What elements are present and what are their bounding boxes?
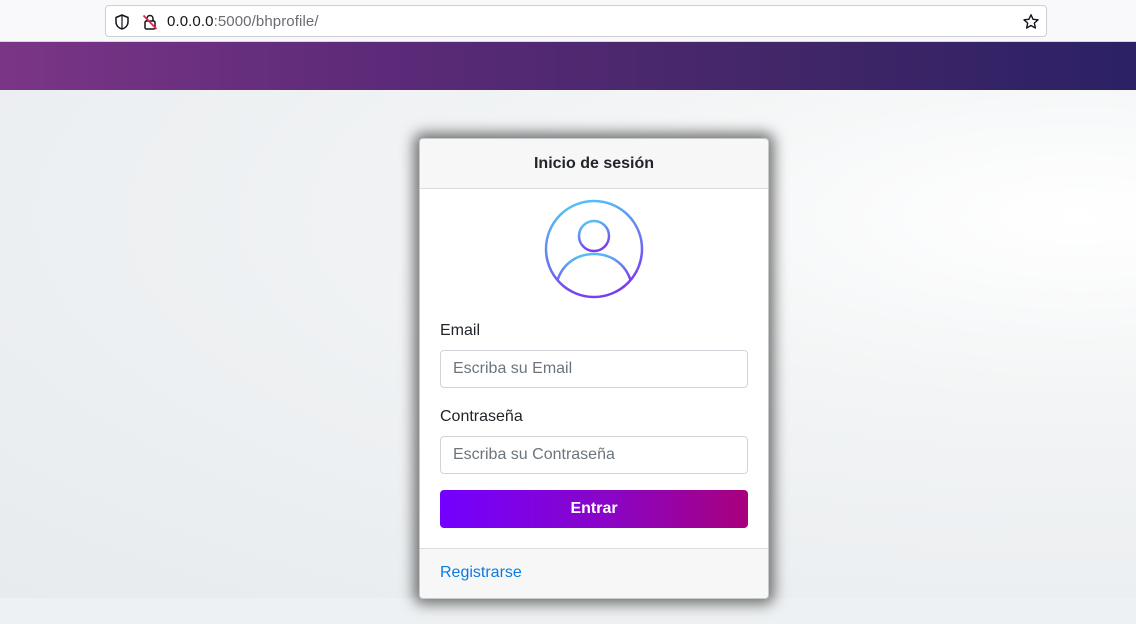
password-field[interactable]	[440, 436, 748, 474]
shield-icon[interactable]	[113, 13, 131, 31]
user-avatar-icon	[544, 199, 644, 299]
email-label: Email	[440, 322, 481, 339]
login-card: Inicio de sesión Email Contraseña Entrar…	[419, 138, 769, 599]
register-link[interactable]: Registrarse	[440, 564, 522, 582]
bookmark-star-icon[interactable]	[1022, 13, 1040, 31]
url-text[interactable]: 0.0.0.0:5000/bhprofile/	[167, 13, 319, 31]
url-path: :5000/bhprofile/	[213, 13, 319, 30]
browser-toolbar: 0.0.0.0:5000/bhprofile/	[0, 0, 1136, 42]
insecure-lock-icon[interactable]	[141, 13, 159, 31]
address-bar[interactable]: 0.0.0.0:5000/bhprofile/	[105, 5, 1047, 37]
password-label: Contraseña	[440, 408, 523, 425]
login-card-footer: Registrarse	[420, 548, 768, 598]
top-navbar	[0, 42, 1136, 90]
login-title: Inicio de sesión	[420, 139, 768, 189]
submit-button[interactable]: Entrar	[440, 490, 748, 528]
page-bottom-strip	[0, 598, 1136, 624]
url-host: 0.0.0.0	[167, 13, 214, 30]
email-field[interactable]	[440, 350, 748, 388]
